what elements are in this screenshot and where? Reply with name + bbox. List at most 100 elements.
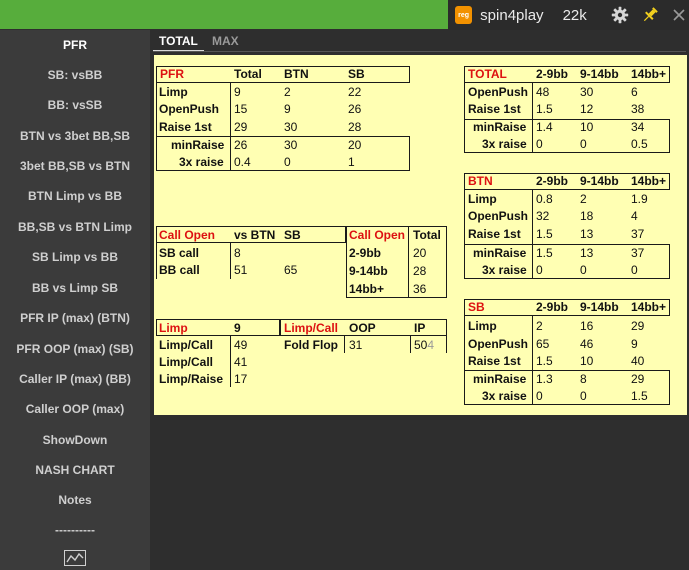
hand-count: 22k [562,6,587,24]
table-cell: 0.8 [536,192,553,206]
table-cell: 30 [580,85,594,99]
sidebar-item-sb-vs-bb[interactable]: SB: vsBB [0,68,150,82]
sb-header-9-14bb: 9-14bb [580,300,619,314]
table-cell: 1.4 [536,120,553,134]
table-row-label: Raise 1st [468,227,521,241]
table-cell: 37 [631,227,645,241]
call-open-header-title: Call Open [159,228,216,242]
btn-header-2-9bb: 2-9bb [536,174,569,188]
sidebar-separator: ---------- [55,523,95,537]
table-cell: 0 [580,263,587,277]
pfr-header-title: PFR [160,67,184,81]
table-row-label: Limp [468,192,497,206]
table-row-label: BB call [159,263,200,277]
table-cell: 20 [348,138,362,152]
table-cell: 0 [536,137,543,151]
table-row-label: minRaise [473,246,527,260]
sb-header-title: SB [468,300,485,314]
sidebar-item-bb-sb-vs-btn-limp[interactable]: BB,SB vs BTN Limp [0,220,150,234]
table-cell: 51 [234,263,248,277]
table-cell: 16 [580,319,594,333]
table-cell: 30 [284,120,298,134]
table-cell: 65 [284,263,298,277]
table-cell: 1.5 [536,246,553,260]
table-cell: 0.5 [631,137,648,151]
pin-icon[interactable] [641,5,660,25]
sidebar-item-caller-oop[interactable]: Caller OOP (max) [0,402,150,416]
table-cell: 41 [234,355,248,369]
table-cell: 30 [284,138,298,152]
sidebar-item-pfr-ip[interactable]: PFR IP (max) (BTN) [0,311,150,325]
sidebar-item-pfr-oop[interactable]: PFR OOP (max) (SB) [0,342,150,356]
table-cell: 2 [284,85,291,99]
sidebar-item-notes[interactable]: Notes [0,493,150,507]
sidebar-item-btn-limp-vs-bb[interactable]: BTN Limp vs BB [0,189,150,203]
table-row-label: OpenPush [468,337,529,351]
table-row-label: Fold Flop [284,338,338,352]
close-icon[interactable] [670,5,689,25]
table-cell: 1.3 [536,372,553,386]
call-open-header-vs-btn: vs BTN [234,228,276,242]
limp-header-value: 9 [234,321,241,335]
sidebar-item-pfr[interactable]: PFR [0,38,150,52]
sidebar-item-showdown[interactable]: ShowDown [0,433,150,447]
table-row-label: minRaise [473,372,527,386]
table-cell: 48 [536,85,550,99]
table-cell: 34 [631,120,645,134]
limp-call-header-ip: IP [414,321,426,335]
sidebar-item-sb-limp-vs-bb[interactable]: SB Limp vs BB [0,250,150,264]
limp-call-header-oop: OOP [349,321,376,335]
total-header-title: TOTAL [468,67,507,81]
sidebar-item-3bet-vs-btn[interactable]: 3bet BB,SB vs BTN [0,159,150,173]
gear-icon[interactable] [611,5,630,25]
table-cell: 2 [580,192,587,206]
pfr-header-sb: SB [348,67,365,81]
sidebar-item-btn-vs-3bet[interactable]: BTN vs 3bet BB,SB [0,129,150,143]
table-cell: 13 [580,227,594,241]
table-row-label: Limp [468,319,497,333]
table-cell: 0.4 [234,155,251,169]
sidebar-item-bb-vs-limp-sb[interactable]: BB vs Limp SB [0,281,150,295]
btn-header-14bb-plus: 14bb+ [631,174,667,188]
table-cell: 0 [580,389,587,403]
table-cell: 20 [413,246,427,260]
table-row-label: 3x raise [482,263,527,277]
table-cell: 32 [536,209,550,223]
call-open-total-header-title: Call Open [349,228,406,242]
tab-max[interactable]: MAX [206,32,245,50]
table-row-label: 3x raise [482,389,527,403]
limp-call-ip-sample: 4 [427,338,435,352]
table-row-label: Limp/Raise [159,372,224,386]
sidebar-item-nash-chart[interactable]: NASH CHART [0,463,150,477]
tab-divider [153,51,686,52]
table-cell: 29 [234,120,248,134]
chart-icon[interactable] [64,550,86,570]
table-cell: 9 [234,85,241,99]
sidebar-item-bb-vs-sb[interactable]: BB: vsSB [0,98,150,112]
tab-total[interactable]: TOTAL [153,32,204,52]
table-row-label: 14bb+ [349,282,385,296]
table-cell: 0 [580,137,587,151]
table-cell: 49 [234,338,248,352]
table-cell: 504 [414,337,434,353]
table-row-label: Raise 1st [159,120,212,134]
total-header-2-9bb: 2-9bb [536,67,569,81]
limp-call-ip-value: 50 [414,338,428,352]
table-cell: 38 [631,102,645,116]
sb-header-2-9bb: 2-9bb [536,300,569,314]
table-cell: 36 [413,282,427,296]
call-open-header-sb: SB [284,228,301,242]
titlebar: reg spin4play 22k [448,0,689,30]
table-cell: 40 [631,354,645,368]
table-row-label: 3x raise [179,155,224,169]
table-row-label: SB call [159,246,200,260]
table-row-label: OpenPush [159,102,220,116]
titlebar-drag-area[interactable] [0,0,448,29]
table-cell: 9 [284,102,291,116]
sidebar-item-caller-ip[interactable]: Caller IP (max) (BB) [0,372,150,386]
table-row-label: Raise 1st [468,354,521,368]
limp-call-header-title: Limp/Call [284,321,339,335]
table-cell: 46 [580,337,594,351]
table-cell: 31 [349,338,363,352]
table-cell: 1.9 [631,192,648,206]
